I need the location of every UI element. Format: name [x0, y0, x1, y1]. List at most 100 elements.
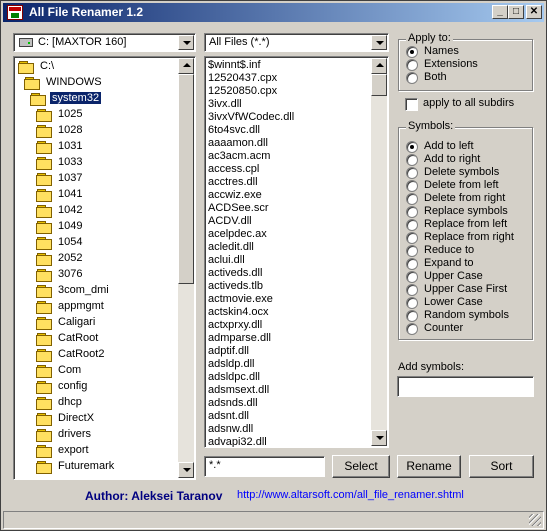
file-list-item[interactable]: 12520850.cpx	[208, 85, 277, 98]
file-list-item[interactable]: ACDSee.scr	[208, 202, 269, 215]
file-list-item[interactable]: acctres.dll	[208, 176, 258, 189]
file-list-item[interactable]: admparse.dll	[208, 332, 271, 345]
radio-label: Counter	[424, 322, 464, 334]
radio-button[interactable]	[406, 297, 418, 309]
tree-item-label: 3com_dmi	[58, 284, 109, 296]
radio-label: Add to left	[424, 140, 474, 152]
hard-drive-icon	[19, 38, 33, 47]
drive-select[interactable]: C: [MAXTOR 160]	[13, 33, 196, 52]
file-list-item[interactable]: acledit.dll	[208, 241, 254, 254]
radio-button[interactable]	[406, 284, 418, 296]
radio-button[interactable]	[406, 193, 418, 205]
file-list[interactable]: advapi32.dll adsnw.dll adsnt.dll adsnds.dll…	[204, 56, 389, 448]
radio-label: Reduce to	[424, 244, 475, 256]
tree-item-label: CatRoot	[58, 332, 99, 344]
file-list-item[interactable]: adsnds.dll	[208, 397, 258, 410]
file-list-item[interactable]: $winnt$.inf	[208, 59, 261, 72]
radio-button[interactable]	[406, 323, 418, 335]
add-symbols-input[interactable]	[397, 376, 534, 397]
file-list-item[interactable]: actskin4.ocx	[208, 306, 269, 319]
file-list-item[interactable]: advapi32.dll	[208, 436, 267, 447]
file-list-item[interactable]: 3ivx.dll	[208, 98, 242, 111]
file-scroll-thumb[interactable]	[371, 74, 387, 96]
rename-button[interactable]: Rename	[397, 455, 461, 478]
folder-icon	[36, 285, 52, 298]
chevron-down-icon	[376, 436, 384, 440]
resize-grip-icon[interactable]	[529, 514, 541, 526]
file-scroll-up-button[interactable]	[371, 58, 387, 74]
file-list-item[interactable]: adsldp.dll	[208, 358, 254, 371]
tree-item-label: Caligari	[58, 316, 96, 328]
filter-dropdown-button[interactable]	[371, 35, 387, 50]
sort-button[interactable]: Sort	[469, 455, 534, 478]
file-list-item[interactable]: adptif.dll	[208, 345, 249, 358]
radio-button[interactable]	[406, 232, 418, 244]
tree-scrollbar[interactable]	[178, 58, 194, 478]
file-list-item[interactable]: aaaamon.dll	[208, 137, 268, 150]
tree-item-label: 1031	[58, 140, 83, 152]
apply-subdirs-label: apply to all subdirs	[423, 97, 515, 109]
radio-button[interactable]	[406, 219, 418, 231]
file-list-item[interactable]: 6to4svc.dll	[208, 124, 260, 137]
radio-button[interactable]	[406, 310, 418, 322]
radio-option[interactable]: Counter	[406, 322, 526, 336]
title-bar[interactable]: All File Renamer 1.2 _ □ ✕	[3, 3, 544, 22]
file-list-item[interactable]: activeds.tlb	[208, 280, 263, 293]
file-list-item[interactable]: ACDV.dll	[208, 215, 252, 228]
select-button[interactable]: Select	[332, 455, 390, 478]
file-list-item[interactable]: ac3acm.acm	[208, 150, 270, 163]
radio-button[interactable]	[406, 258, 418, 270]
file-scroll-down-button[interactable]	[371, 430, 387, 446]
tree-item-label: DirectX	[58, 412, 95, 424]
file-list-item[interactable]: activeds.dll	[208, 267, 262, 280]
apply-to-title: Apply to:	[406, 32, 453, 44]
file-list-item[interactable]: adsnw.dll	[208, 423, 253, 436]
maximize-button[interactable]: □	[508, 5, 524, 19]
checkbox-box[interactable]	[405, 98, 418, 111]
tree-item-label: system32	[50, 92, 102, 104]
file-list-item[interactable]: acelpdec.ax	[208, 228, 267, 241]
radio-option[interactable]: Both	[406, 71, 526, 85]
filter-select[interactable]: All Files (*.*)	[204, 33, 389, 52]
file-list-item[interactable]: adsldpc.dll	[208, 371, 260, 384]
file-list-item[interactable]: actmovie.exe	[208, 293, 273, 306]
radio-label: Names	[424, 45, 459, 57]
file-list-item[interactable]: 12520437.cpx	[208, 72, 277, 85]
tree-scroll-down-button[interactable]	[178, 462, 194, 478]
radio-button[interactable]	[406, 206, 418, 218]
folder-icon	[36, 189, 52, 202]
file-list-item[interactable]: actxprxy.dll	[208, 319, 262, 332]
apply-subdirs-checkbox[interactable]: apply to all subdirs	[405, 97, 535, 111]
tree-scroll-up-button[interactable]	[178, 58, 194, 74]
radio-label: Replace symbols	[424, 205, 508, 217]
tree-item-label: C:\	[40, 60, 55, 72]
file-list-item[interactable]: adsmsext.dll	[208, 384, 269, 397]
close-button[interactable]: ✕	[526, 5, 542, 19]
file-list-item[interactable]: adsnt.dll	[208, 410, 249, 423]
radio-button[interactable]	[406, 46, 418, 58]
radio-button[interactable]	[406, 271, 418, 283]
website-link[interactable]: http://www.altarsoft.com/all_file_rename…	[237, 489, 464, 501]
file-list-item[interactable]: accwiz.exe	[208, 189, 262, 202]
radio-button[interactable]	[406, 180, 418, 192]
apply-to-group: Apply to: Names Extensions Both	[398, 32, 533, 91]
mask-input[interactable]: *.*	[204, 456, 325, 477]
folder-icon	[36, 141, 52, 154]
tree-scroll-thumb[interactable]	[178, 74, 194, 284]
radio-label: Add to right	[424, 153, 481, 165]
radio-button[interactable]	[406, 154, 418, 166]
file-list-item[interactable]: access.cpl	[208, 163, 259, 176]
radio-button[interactable]	[406, 72, 418, 84]
radio-button[interactable]	[406, 141, 418, 153]
drive-dropdown-button[interactable]	[178, 35, 194, 50]
minimize-button[interactable]: _	[492, 5, 508, 19]
radio-button[interactable]	[406, 59, 418, 71]
file-list-item[interactable]: aclui.dll	[208, 254, 245, 267]
file-list-scrollbar[interactable]	[371, 58, 387, 446]
folder-icon	[36, 125, 52, 138]
folder-icon	[36, 461, 52, 474]
file-list-item[interactable]: 3ivxVfWCodec.dll	[208, 111, 294, 124]
folder-tree[interactable]: Futuremark export drivers DirectX dhcp config…	[13, 56, 196, 480]
radio-button[interactable]	[406, 245, 418, 257]
radio-button[interactable]	[406, 167, 418, 179]
